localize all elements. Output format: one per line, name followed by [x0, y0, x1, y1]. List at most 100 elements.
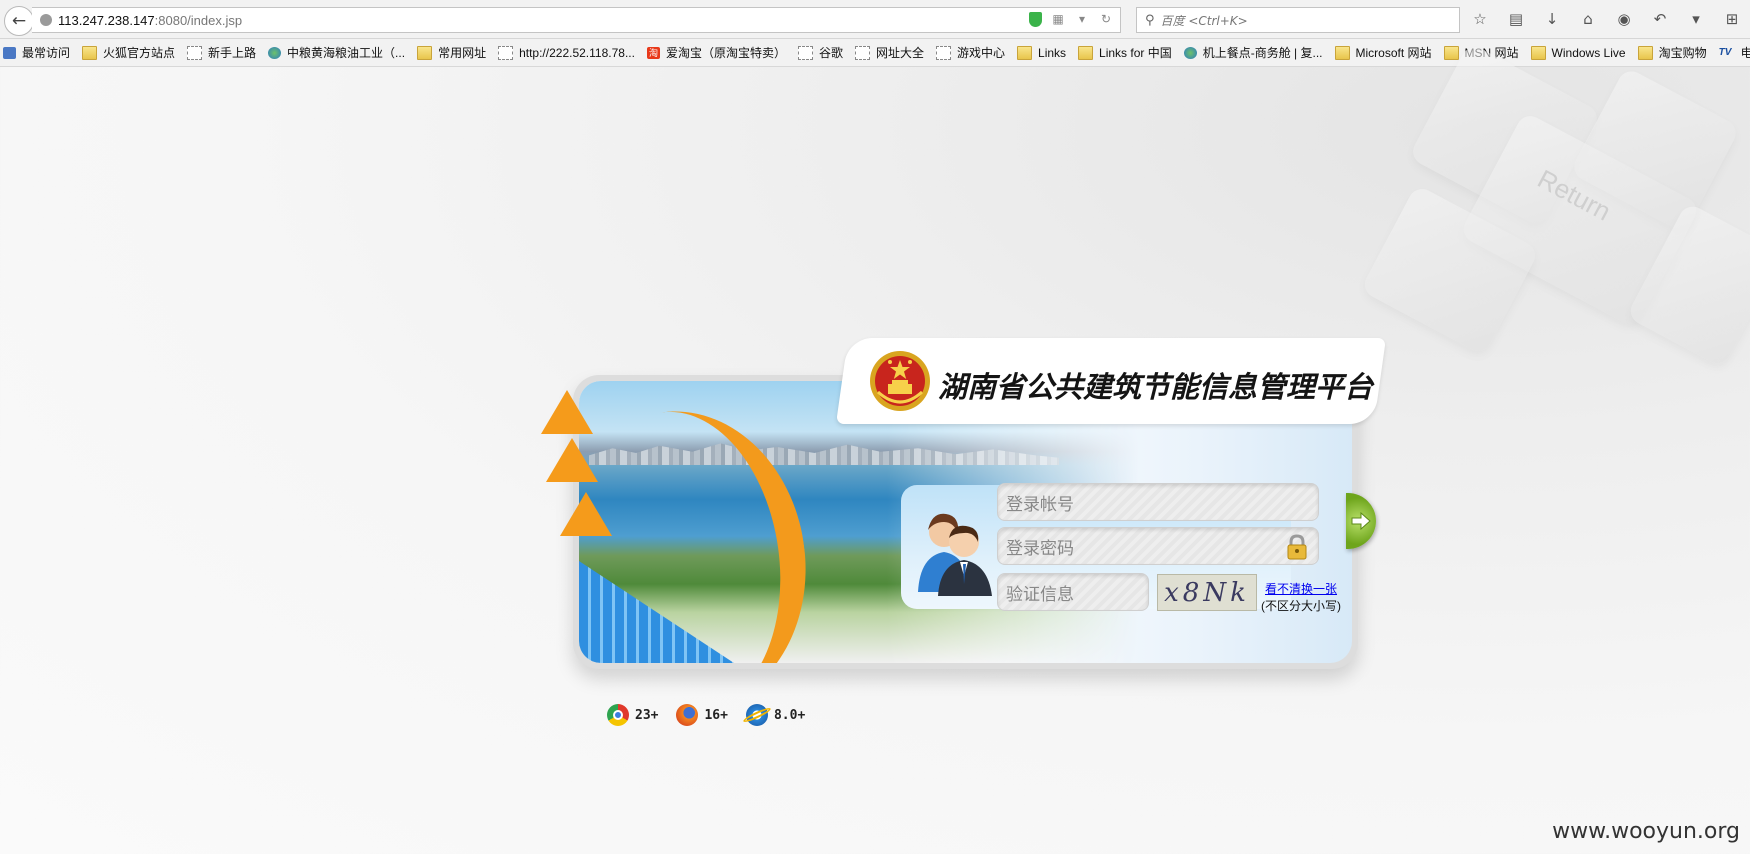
- bookmark-label: 爱淘宝（原淘宝特卖）: [665, 46, 786, 60]
- bookmark-label: 常用网址: [438, 46, 487, 60]
- national-emblem-icon: [870, 351, 930, 411]
- bookmark-item[interactable]: 机上餐点-商务舱 | 复...: [1181, 44, 1323, 61]
- qr-code-icon[interactable]: ▦: [1050, 11, 1066, 27]
- bookmark-item[interactable]: http://222.52.118.78...: [495, 45, 635, 60]
- back-arrow-icon[interactable]: ←: [4, 6, 34, 36]
- folder-icon: [1637, 45, 1653, 60]
- browser-support-list: 23+ 16+ 8.0+: [607, 704, 805, 726]
- bookmark-item[interactable]: TV 电视网 影: [1716, 44, 1750, 61]
- bookmark-label: Microsoft 网站: [1355, 46, 1432, 60]
- globe-icon: [1183, 46, 1197, 59]
- orange-arrow-decoration: [546, 438, 598, 482]
- search-icon: ⚲: [1145, 12, 1155, 28]
- login-submit-button[interactable]: [1346, 493, 1376, 549]
- bookmark-item[interactable]: Microsoft 网站: [1332, 44, 1432, 61]
- reading-list-icon[interactable]: ▤: [1502, 8, 1530, 30]
- captcha-image[interactable]: x8Nk: [1157, 574, 1257, 611]
- url-path: :8080/index.jsp: [154, 12, 243, 28]
- page-icon: [498, 45, 514, 60]
- firefox-icon: [676, 704, 699, 726]
- case-insensitive-note: (不区分大小写): [1261, 599, 1341, 613]
- bookmark-item[interactable]: 谷歌: [795, 44, 843, 61]
- firefox-version: 16+: [704, 707, 728, 723]
- chrome-version: 23+: [635, 707, 659, 723]
- bookmark-item[interactable]: 淘宝购物: [1635, 44, 1707, 61]
- orange-arrow-decoration: [560, 492, 612, 536]
- bookmark-label: Windows Live: [1551, 45, 1626, 60]
- bookmark-star-icon[interactable]: ☆: [1466, 8, 1494, 30]
- address-bar[interactable]: 113.247.238.147 :8080/index.jsp ▦ ▾ ↻: [32, 7, 1121, 33]
- refresh-captcha-link[interactable]: 看不清换一张: [1265, 580, 1337, 597]
- bookmark-item[interactable]: 最常访问: [0, 44, 70, 61]
- bookmark-item[interactable]: Windows Live: [1528, 45, 1626, 60]
- arrow-right-icon: [1351, 511, 1371, 531]
- bookmark-label: Links: [1038, 45, 1067, 60]
- undo-icon[interactable]: ↶: [1646, 8, 1674, 30]
- username-field[interactable]: 登录帐号: [997, 483, 1319, 521]
- bookmark-item[interactable]: 游戏中心: [933, 44, 1005, 61]
- bookmark-label: 游戏中心: [957, 46, 1006, 60]
- menu-dropdown-icon[interactable]: ▾: [1682, 8, 1710, 30]
- chat-icon[interactable]: ◉: [1610, 8, 1638, 30]
- orange-arrow-decoration: [541, 390, 593, 434]
- lock-icon: [1287, 534, 1307, 560]
- page-icon: [187, 45, 203, 60]
- username-placeholder: 登录帐号: [1006, 494, 1074, 515]
- password-field[interactable]: 登录密码: [997, 527, 1319, 565]
- folder-icon: [1017, 45, 1033, 60]
- folder-icon: [417, 45, 433, 60]
- reload-icon[interactable]: ↻: [1098, 11, 1114, 27]
- tv-icon: TV: [1718, 46, 1732, 58]
- captcha-field[interactable]: 验证信息: [997, 573, 1149, 611]
- ie-version: 8.0+: [773, 707, 806, 723]
- bookmark-item[interactable]: 网址大全: [852, 44, 924, 61]
- globe-icon: [268, 46, 282, 59]
- search-placeholder: 百度 <Ctrl+K>: [1160, 13, 1248, 28]
- download-icon[interactable]: ↓: [1538, 8, 1566, 30]
- page-icon: [936, 45, 951, 60]
- folder-icon: [82, 45, 98, 60]
- support-chrome: 23+: [607, 704, 658, 726]
- bookmark-label: 中粮黄海粮油工业（...: [287, 46, 406, 60]
- chrome-icon: [607, 704, 629, 726]
- bookmark-item[interactable]: 中粮黄海粮油工业（...: [265, 44, 405, 61]
- bookmark-item[interactable]: Links: [1014, 45, 1067, 60]
- ie-icon: [745, 704, 768, 726]
- bookmark-item[interactable]: 火狐官方站点: [79, 44, 175, 61]
- folder-icon: [1078, 45, 1094, 60]
- site-identity-icon[interactable]: [40, 14, 52, 26]
- page-icon: [797, 45, 813, 60]
- bookmark-item[interactable]: 淘爱淘宝（原淘宝特卖）: [644, 44, 786, 61]
- most-visited-icon: [3, 46, 16, 59]
- captcha-text: x8Nk: [1164, 577, 1250, 608]
- crop-icon[interactable]: ⊞: [1718, 8, 1746, 30]
- bookmark-item[interactable]: 常用网址: [414, 44, 486, 61]
- support-ie: 8.0+: [745, 704, 806, 726]
- bookmark-item[interactable]: Links for 中国: [1075, 44, 1172, 61]
- users-avatar-icon: [918, 513, 992, 596]
- bookmark-label: 网址大全: [875, 46, 924, 60]
- search-input[interactable]: ⚲ 百度 <Ctrl+K>: [1136, 7, 1460, 33]
- bookmark-label: 淘宝购物: [1658, 46, 1707, 60]
- home-icon[interactable]: ⌂: [1574, 8, 1602, 30]
- url-host: 113.247.238.147: [58, 12, 155, 28]
- bookmark-label: 火狐官方站点: [103, 46, 176, 60]
- password-placeholder: 登录密码: [1006, 538, 1074, 559]
- folder-icon: [1334, 45, 1350, 60]
- taobao-icon: 淘: [646, 46, 660, 59]
- browser-toolbar: ← 113.247.238.147 :8080/index.jsp ▦ ▾ ↻ …: [0, 0, 1750, 39]
- support-firefox: 16+: [676, 704, 728, 726]
- security-shield-icon[interactable]: [1029, 11, 1042, 27]
- dropdown-history-icon[interactable]: ▾: [1074, 11, 1090, 27]
- folder-icon: [1530, 45, 1546, 60]
- bookmark-label: 最常访问: [22, 46, 71, 60]
- bookmark-label: Links for 中国: [1099, 46, 1172, 60]
- captcha-placeholder: 验证信息: [1006, 584, 1074, 605]
- bookmark-label: 机上餐点-商务舱 | 复...: [1202, 46, 1323, 60]
- site-watermark: www.wooyun.org: [1552, 819, 1740, 844]
- bookmark-item[interactable]: 新手上路: [184, 44, 256, 61]
- folder-icon: [1443, 45, 1459, 60]
- page-title: 湖南省公共建筑节能信息管理平台: [938, 370, 1374, 404]
- bookmark-label: 谷歌: [818, 46, 843, 60]
- bookmark-label: http://222.52.118.78...: [519, 45, 635, 60]
